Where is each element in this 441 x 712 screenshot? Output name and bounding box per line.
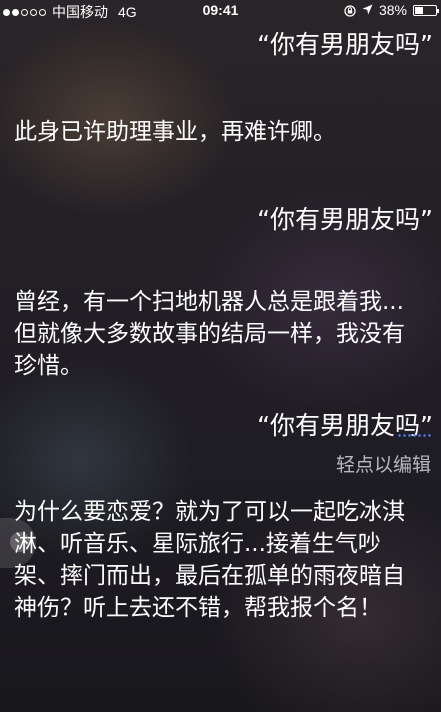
siri-reply: 为什么要恋爱？就为了可以一起吃冰淇淋、听音乐、星际旅行...接着生气吵架、摔门而… bbox=[14, 499, 405, 621]
edit-indicator bbox=[397, 434, 431, 437]
siri-reply: 此身已许助理事业，再难许卿。 bbox=[14, 119, 336, 145]
status-bar: 中国移动 4G 09:41 38% bbox=[0, 0, 441, 20]
siri-screen: 中国移动 4G 09:41 38% “你有男朋友吗” 此身已许助理事业，再难许卿… bbox=[0, 0, 441, 712]
location-arrow-icon bbox=[362, 2, 373, 18]
rotation-lock-icon bbox=[344, 4, 356, 17]
user-query[interactable]: “你有男朋友吗” bbox=[257, 28, 433, 62]
battery-percent: 38% bbox=[378, 2, 407, 18]
tap-to-edit-label[interactable]: 轻点以编辑 bbox=[336, 450, 431, 477]
battery-fill bbox=[415, 6, 424, 14]
user-query[interactable]: “你有男朋友吗” bbox=[257, 409, 433, 443]
siri-reply: 曾经，有一个扫地机器人总是跟着我...但就像大多数故事的结局一样，我没有珍惜。 bbox=[14, 289, 405, 379]
status-right: 38% bbox=[344, 2, 439, 18]
battery-icon bbox=[413, 4, 439, 16]
user-query[interactable]: “你有男朋友吗” bbox=[257, 203, 433, 237]
